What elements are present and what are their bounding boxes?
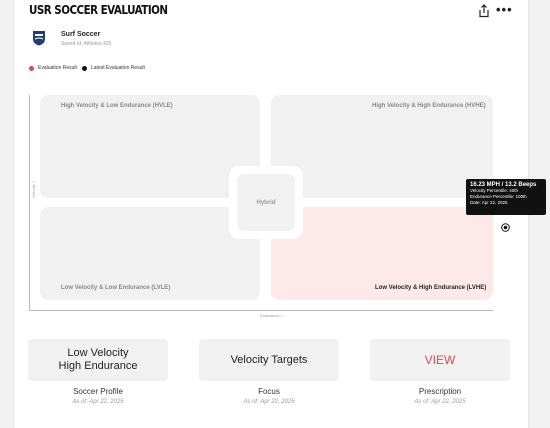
page-title: USR SOCCER EVALUATION <box>29 3 168 17</box>
quadrant-label-hvhe: High Velocity & High Endurance (HVHE) <box>372 103 486 109</box>
legend-label: Latest Evaluation Result <box>91 65 145 71</box>
evaluation-dot-icon <box>29 65 34 71</box>
quadrant-hvle[interactable] <box>40 95 260 198</box>
x-axis-label: Endurance > <box>260 313 283 318</box>
legend-latest: Latest Evaluation Result <box>82 65 145 71</box>
quadrant-label-lvhe: Low Velocity & High Endurance (LVHE) <box>375 285 487 291</box>
latest-result-marker[interactable] <box>501 219 510 232</box>
soccer-profile-value-line2: High Endurance <box>58 360 138 372</box>
share-icon[interactable] <box>477 4 493 20</box>
quadrant-label-lvle: Low Velocity & Low Endurance (LVLE) <box>61 285 171 291</box>
legend-label: Evaluation Result <box>38 65 77 71</box>
quadrant-label-hvle: High Velocity & Low Endurance (HVLE) <box>61 103 173 109</box>
result-tooltip: 16.23 MPH / 13.2 Beeps Velocity Percenti… <box>466 179 546 215</box>
profile-matrix: High Velocity & Low Endurance (HVLE) Hig… <box>30 95 496 309</box>
soccer-profile-date: As of: Apr 22, 2025 <box>72 399 124 405</box>
focus-card[interactable]: Velocity Targets <box>199 339 339 381</box>
focus-caption: Focus <box>258 387 280 396</box>
focus-date: As of: Apr 22, 2025 <box>243 399 295 405</box>
speed-id: Speed Id: Athletes 425 <box>61 41 112 47</box>
soccer-profile-card[interactable]: Low Velocity High Endurance <box>28 339 168 381</box>
x-axis <box>29 310 493 311</box>
soccer-profile-caption: Soccer Profile <box>73 387 123 396</box>
prescription-caption: Prescription <box>418 387 462 396</box>
hybrid-zone[interactable]: Hybrid <box>237 174 295 231</box>
quadrant-hvhe[interactable] <box>271 95 493 198</box>
tooltip-date: Date: Apr 22, 2025 <box>470 200 508 205</box>
legend-evaluation: Evaluation Result <box>29 65 77 71</box>
prescription-card[interactable]: VIEW <box>370 339 510 381</box>
view-prescription-link[interactable]: VIEW <box>425 353 456 367</box>
prescription-date: As of: Apr 22, 2025 <box>414 399 466 405</box>
team-name: Surf Soccer <box>61 31 101 38</box>
latest-dot-icon <box>82 65 87 71</box>
focus-value: Velocity Targets <box>230 353 308 366</box>
more-icon[interactable]: ••• <box>496 3 512 20</box>
soccer-profile-value: Low Velocity High Endurance <box>59 347 138 373</box>
soccer-profile-value-line1: Low Velocity <box>67 347 129 359</box>
surf-soccer-crest-icon <box>32 30 46 46</box>
